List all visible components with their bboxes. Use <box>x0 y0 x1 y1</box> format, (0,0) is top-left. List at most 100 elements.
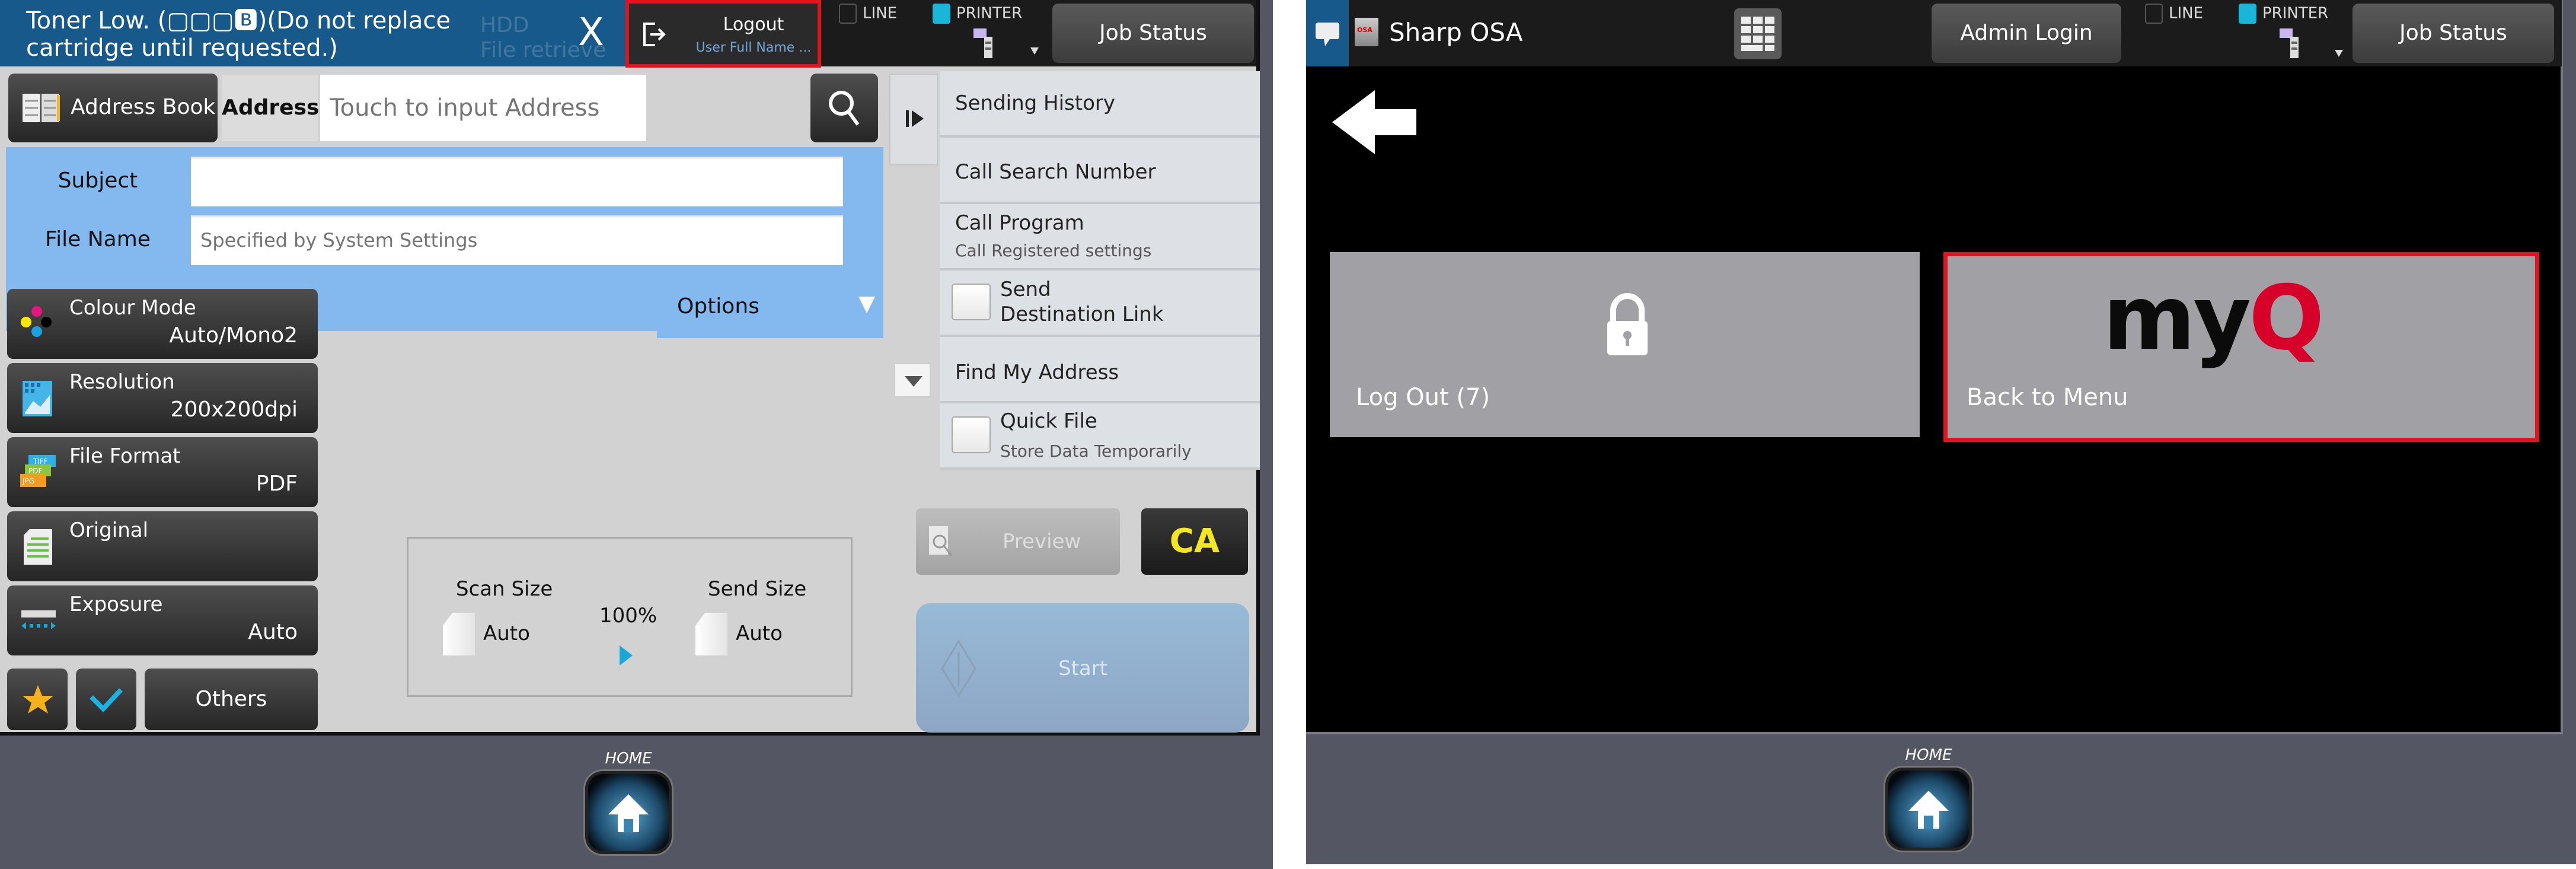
preview-label: Preview <box>1003 530 1081 553</box>
scan-size-label: Scan Size <box>456 577 553 601</box>
menu-item-send-destination-link[interactable]: Send Destination Link <box>940 270 1260 337</box>
close-notification-icon[interactable]: X <box>578 12 604 53</box>
colour-mode-icon <box>21 306 52 337</box>
log-out-label: Log Out (7) <box>1356 384 1490 411</box>
printer-indicator: PRINTER <box>2239 4 2328 24</box>
star-icon <box>23 685 53 714</box>
address-book-button[interactable]: Address Book <box>8 74 218 142</box>
job-status-button[interactable]: Job Status <box>1052 4 1254 63</box>
exposure-button[interactable]: Exposure Auto <box>7 585 318 655</box>
resolution-button[interactable]: Resolution 200x200dpi <box>7 363 318 433</box>
keypad-button[interactable] <box>1734 8 1782 59</box>
menu-item-call-search-number[interactable]: Call Search Number <box>940 138 1260 204</box>
exposure-icon <box>21 610 56 629</box>
home-label: HOME <box>1905 746 1952 764</box>
printer-status-box <box>2239 4 2256 24</box>
printer-indicator: PRINTER <box>933 4 1022 24</box>
preview-button[interactable]: Preview <box>916 508 1120 575</box>
speech-bubble-icon <box>1316 23 1339 46</box>
scan-page-icon <box>443 613 475 655</box>
home-icon <box>608 794 649 832</box>
options-label: Options <box>677 294 759 319</box>
printer-job-icon <box>2280 28 2299 58</box>
right-device-panel: OSA Sharp OSA Admin Login LINE PRINTER J… <box>1306 0 2576 864</box>
pdf-tag: PDF <box>28 467 42 475</box>
search-button[interactable] <box>810 74 878 142</box>
expand-panel-button[interactable] <box>889 74 938 165</box>
home-label: HOME <box>605 750 652 768</box>
home-icon <box>1908 791 1949 829</box>
subject-label: Subject <box>58 168 138 193</box>
original-icon <box>24 529 52 565</box>
line-indicator: LINE <box>2145 4 2203 24</box>
menu-item-call-program[interactable]: Call Program Call Registered settings <box>940 204 1260 270</box>
chevron-down-icon <box>858 297 875 313</box>
admin-login-button[interactable]: Admin Login <box>1932 4 2121 63</box>
scroll-down-button[interactable] <box>894 363 931 397</box>
printer-dropdown-icon[interactable] <box>1030 47 1039 55</box>
start-label: Start <box>1058 657 1108 680</box>
back-to-menu-tile[interactable]: myQ Back to Menu <box>1943 252 2539 442</box>
check-settings-button[interactable] <box>76 669 136 730</box>
job-status-button[interactable]: Job Status <box>2352 4 2554 63</box>
top-bar: OSA Sharp OSA Admin Login LINE PRINTER J… <box>1306 0 2562 66</box>
keypad-icon <box>1741 17 1774 51</box>
file-name-label: File Name <box>45 227 151 252</box>
send-size-label: Send Size <box>708 577 807 601</box>
send-destination-link-checkbox[interactable] <box>952 284 991 320</box>
printer-job-icon <box>973 28 992 58</box>
myq-logo: myQ <box>2103 267 2325 370</box>
triangle-down-icon <box>905 376 922 387</box>
logout-label: Logout <box>723 14 784 35</box>
ratio-value: 100% <box>599 604 657 628</box>
jpg-tag: JPG <box>22 477 34 485</box>
send-page-icon <box>695 613 727 655</box>
others-button[interactable]: Others <box>145 669 318 730</box>
app-title: Sharp OSA <box>1389 18 1523 47</box>
send-menu-list: Sending History Call Search Number Call … <box>940 71 1260 470</box>
favourites-button[interactable] <box>7 669 68 730</box>
log-out-tile[interactable]: Log Out (7) <box>1330 252 1920 437</box>
start-icon <box>941 639 976 698</box>
expand-right-icon <box>906 110 924 127</box>
address-label: Address <box>222 75 319 141</box>
send-screen: Toner Low. (▢▢▢🅱︎)(Do not replace cartri… <box>0 0 1260 736</box>
menu-item-quick-file[interactable]: Quick File Store Data Temporarily <box>940 403 1260 470</box>
original-button[interactable]: Original <box>7 511 318 581</box>
myq-screen: OSA Sharp OSA Admin Login LINE PRINTER J… <box>1306 0 2563 734</box>
left-device-panel: Toner Low. (▢▢▢🅱︎)(Do not replace cartri… <box>0 0 1273 869</box>
clear-all-button[interactable]: CA <box>1141 508 1248 575</box>
toner-notification[interactable]: Toner Low. (▢▢▢🅱︎)(Do not replace cartri… <box>0 0 625 66</box>
tiff-tag: TIFF <box>33 457 48 466</box>
file-name-input[interactable] <box>191 215 843 265</box>
home-button[interactable] <box>585 771 672 854</box>
logout-button[interactable]: Logout User Full Name ... <box>625 0 821 68</box>
home-button[interactable] <box>1885 768 1972 851</box>
search-icon <box>829 91 860 126</box>
back-arrow-icon <box>1332 90 1416 154</box>
line-indicator: LINE <box>839 4 897 24</box>
subject-input[interactable] <box>191 157 843 206</box>
options-button[interactable]: Options <box>657 273 883 338</box>
checkmark-icon <box>90 688 123 712</box>
printer-status-box <box>933 4 950 24</box>
message-button[interactable] <box>1306 0 1349 66</box>
colour-mode-button[interactable]: Colour Mode Auto/Mono2 <box>7 289 318 359</box>
start-button[interactable]: Start <box>916 603 1249 733</box>
file-format-button[interactable]: TIFF PDF JPG File Format PDF <box>7 437 318 507</box>
top-bar: Toner Low. (▢▢▢🅱︎)(Do not replace cartri… <box>0 0 1256 68</box>
address-input[interactable] <box>320 75 646 141</box>
quick-file-checkbox[interactable] <box>952 416 991 453</box>
logout-icon <box>643 23 666 46</box>
address-book-label: Address Book <box>71 95 216 119</box>
logout-user-name: User Full Name ... <box>695 40 812 55</box>
file-format-icon: TIFF PDF JPG <box>20 455 56 487</box>
size-panel[interactable]: Scan Size Auto 100% Send Size Auto <box>407 537 853 697</box>
scan-size-value: Auto <box>483 622 530 645</box>
menu-item-sending-history[interactable]: Sending History <box>940 71 1260 138</box>
printer-dropdown-icon[interactable] <box>2335 50 2343 57</box>
resolution-icon <box>23 381 52 416</box>
back-arrow-button[interactable] <box>1330 89 1419 155</box>
send-size-value: Auto <box>736 622 783 645</box>
menu-item-find-my-address[interactable]: Find My Address <box>940 337 1260 403</box>
